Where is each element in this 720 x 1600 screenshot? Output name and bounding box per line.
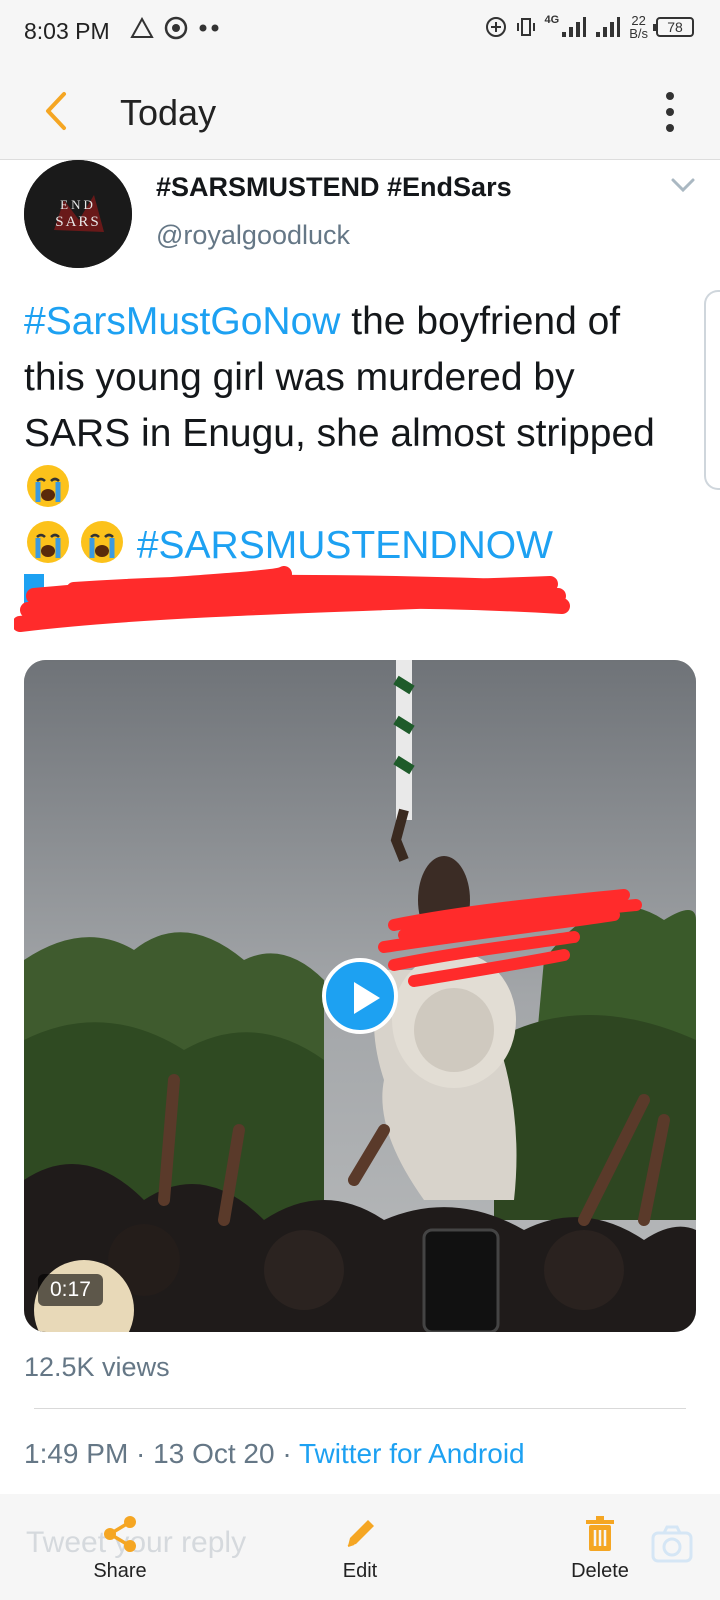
trash-icon	[586, 1516, 614, 1551]
display-name[interactable]: #SARSMUSTEND #EndSars	[156, 172, 512, 203]
signal-icon-2	[596, 17, 621, 37]
back-arrow-icon[interactable]	[36, 86, 80, 136]
avatar-text-line2: SARS	[55, 214, 101, 230]
tweet-metadata: 1:49 PM · 13 Oct 20 · Twitter for Androi…	[24, 1438, 525, 1470]
network-type: 4G	[544, 14, 560, 26]
tweet-source-link[interactable]: Twitter for Android	[299, 1438, 525, 1469]
user-handle[interactable]: @royalgoodluck	[156, 220, 350, 251]
vibrate-icon	[516, 18, 535, 36]
crying-face-emoji-icon	[27, 521, 69, 563]
chrome-icon	[164, 16, 188, 40]
edit-label: Edit	[342, 1560, 378, 1582]
tweet-date: 13 Oct 20	[153, 1438, 275, 1469]
tweet-time: 1:49 PM	[24, 1438, 129, 1469]
play-icon	[354, 982, 380, 1014]
video-thumbnail[interactable]: 0:17	[24, 660, 696, 1332]
divider	[34, 1408, 686, 1409]
video-duration: 0:17	[38, 1274, 103, 1306]
pencil-icon	[347, 1520, 374, 1547]
page-title: Today	[120, 92, 217, 133]
side-panel-handle[interactable]	[704, 290, 720, 490]
warning-triangle-icon	[130, 17, 154, 38]
more-notifications-icon	[199, 24, 219, 32]
share-icon	[104, 1516, 136, 1552]
more-options-icon[interactable]	[660, 90, 680, 134]
bottom-action-bar: Tweet your reply Share Edit Delete	[0, 1494, 720, 1600]
net-speed-unit: B/s	[629, 26, 648, 41]
net-speed: 22 B/s	[629, 14, 648, 40]
chevron-down-icon[interactable]	[670, 176, 696, 194]
status-bar: 8:03 PM 4G 22 B/s 78	[0, 0, 720, 62]
play-button[interactable]	[322, 958, 398, 1034]
view-count: 12.5K views	[24, 1352, 170, 1382]
tweet-text: #SarsMustGoNow the boyfriend of this you…	[24, 294, 664, 574]
meta-separator: ·	[128, 1438, 154, 1469]
hashtag-link[interactable]: #SARSMUSTENDNOW	[137, 524, 553, 567]
signal-icon	[562, 17, 587, 37]
share-button[interactable]: Share	[60, 1514, 180, 1583]
delete-label: Delete	[571, 1560, 629, 1582]
status-time: 8:03 PM	[24, 18, 110, 44]
crying-face-emoji-icon	[27, 465, 69, 507]
battery-icon: 78	[653, 17, 694, 37]
crying-face-emoji-icon	[81, 521, 123, 563]
avatar-text-line1: END	[60, 197, 96, 212]
share-label: Share	[93, 1560, 147, 1582]
status-notification-icons	[130, 16, 222, 40]
edit-button[interactable]: Edit	[300, 1514, 420, 1583]
avatar[interactable]: END SARS	[24, 160, 132, 268]
app-bar: Today	[0, 62, 720, 160]
data-saver-icon	[485, 17, 506, 37]
delete-button[interactable]: Delete	[540, 1514, 660, 1583]
meta-separator: ·	[274, 1438, 299, 1469]
hashtag-link[interactable]: #SarsMustGoNow	[24, 300, 340, 343]
status-system-icons: 4G 22 B/s 78	[485, 14, 694, 40]
redaction-scribble	[14, 566, 570, 632]
